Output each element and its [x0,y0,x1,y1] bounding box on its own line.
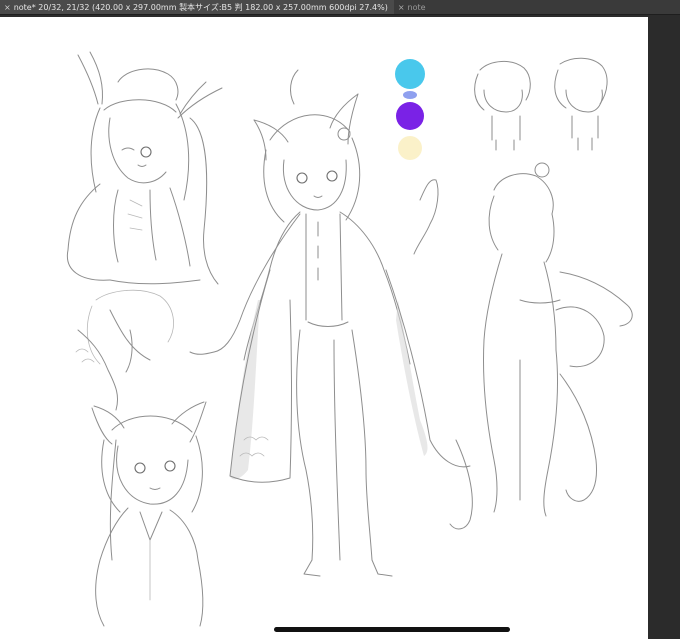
sketch-bunny-girl [66,51,223,285]
color-swatch-cyan[interactable] [395,59,425,89]
horizontal-scrollbar[interactable] [274,627,510,632]
sketch-chibi-pair [474,57,608,151]
color-swatch-cream[interactable] [398,136,422,160]
sketch-cat-girl [91,401,207,627]
sketch-figure-back [75,289,174,411]
sketch-profile-girl [482,162,633,517]
color-swatch-purple[interactable] [396,102,424,130]
sketch-main-girl [189,69,473,577]
sketch-artwork [66,51,633,627]
color-swatch-lavender[interactable] [403,91,417,99]
